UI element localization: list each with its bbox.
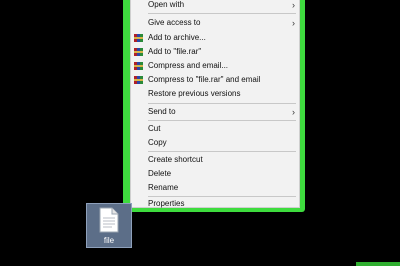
document-file-icon — [99, 207, 119, 233]
menu-item-label: Open with — [148, 0, 185, 9]
menu-separator — [148, 103, 296, 104]
winrar-books-icon — [134, 34, 143, 42]
winrar-books-icon — [134, 76, 143, 84]
menu-item-copy[interactable]: Copy — [131, 136, 299, 150]
menu-separator — [148, 13, 296, 14]
menu-item-rename[interactable]: Rename — [131, 181, 299, 195]
menu-item-label: Give access to — [148, 18, 201, 27]
menu-item-properties[interactable]: Properties — [131, 197, 299, 211]
corner-accent — [356, 262, 400, 266]
menu-item-label: Create shortcut — [148, 155, 203, 164]
menu-item-open-with[interactable]: Open with › — [131, 0, 299, 12]
winrar-books-icon — [134, 62, 143, 70]
menu-item-label: Add to "file.rar" — [148, 47, 202, 56]
menu-item-restore-previous-versions[interactable]: Restore previous versions — [131, 87, 299, 101]
chevron-right-icon: › — [292, 0, 295, 10]
desktop-file-item[interactable]: file — [86, 203, 132, 248]
menu-item-label: Restore previous versions — [148, 89, 241, 98]
menu-item-label: Add to archive... — [148, 33, 206, 42]
menu-item-add-to-archive[interactable]: Add to archive... — [131, 31, 299, 45]
menu-item-add-to-file-rar[interactable]: Add to "file.rar" — [131, 45, 299, 59]
menu-item-give-access-to[interactable]: Give access to › — [131, 16, 299, 30]
menu-item-label: Rename — [148, 183, 179, 192]
menu-item-label: Properties — [148, 199, 185, 208]
menu-item-delete[interactable]: Delete — [131, 167, 299, 181]
chevron-right-icon: › — [292, 18, 295, 28]
menu-item-compress-and-email[interactable]: Compress and email... — [131, 59, 299, 73]
menu-item-label: Compress and email... — [148, 61, 229, 70]
menu-item-label: Delete — [148, 169, 172, 178]
menu-item-compress-to-file-rar-and-email[interactable]: Compress to "file.rar" and email — [131, 73, 299, 87]
menu-separator — [148, 120, 296, 121]
desktop: Open with › Give access to › Add to arch… — [0, 0, 400, 266]
menu-item-cut[interactable]: Cut — [131, 122, 299, 136]
winrar-books-icon — [134, 48, 143, 56]
menu-item-label: Send to — [148, 107, 176, 116]
menu-item-label: Compress to "file.rar" and email — [148, 75, 261, 84]
menu-separator — [148, 151, 296, 152]
desktop-file-label: file — [103, 236, 115, 245]
context-menu: Open with › Give access to › Add to arch… — [130, 0, 300, 208]
menu-item-create-shortcut[interactable]: Create shortcut — [131, 153, 299, 167]
chevron-right-icon: › — [292, 107, 295, 117]
menu-item-label: Copy — [148, 138, 167, 147]
menu-item-label: Cut — [148, 124, 161, 133]
menu-item-send-to[interactable]: Send to › — [131, 105, 299, 119]
